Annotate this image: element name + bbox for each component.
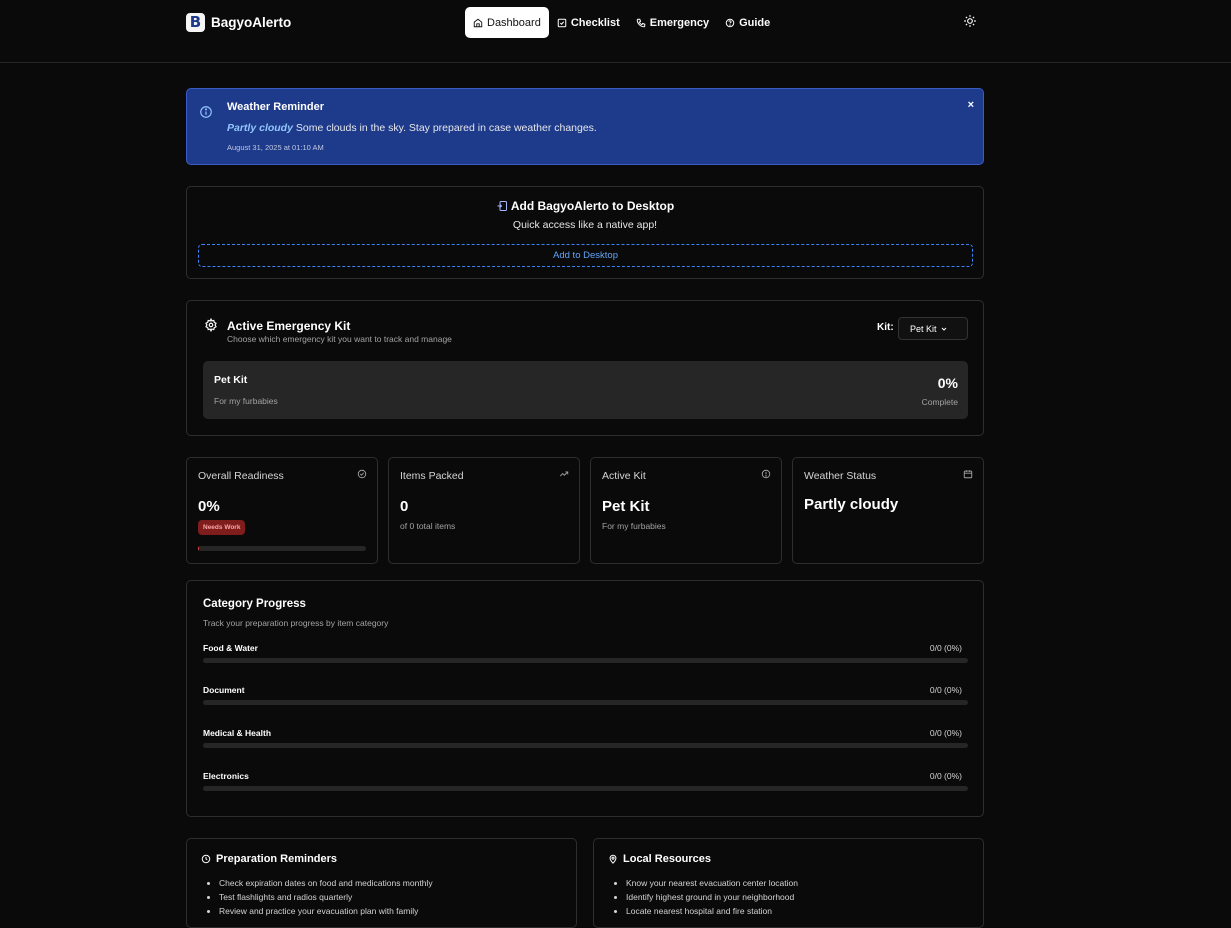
nav-dashboard[interactable]: Dashboard <box>465 7 549 38</box>
nav-guide[interactable]: Guide <box>717 7 778 38</box>
calendar-icon <box>963 470 973 479</box>
alert-message: Partly cloudy Some clouds in the sky. St… <box>227 122 597 134</box>
category-progress-subtitle: Track your preparation progress by item … <box>203 618 389 628</box>
brand[interactable]: B BagyoAlerto <box>186 13 291 32</box>
stat-active-kit: Active Kit Pet Kit For my furbabies <box>590 457 782 564</box>
category-row: Document 0/0 (0%) <box>203 685 968 709</box>
active-kit-card: Active Emergency Kit Choose which emerge… <box>186 300 984 436</box>
nav-emergency[interactable]: Emergency <box>628 7 717 38</box>
list-item: Check expiration dates on food and medic… <box>219 876 433 890</box>
category-progress-bar <box>203 658 968 663</box>
active-kit-summary: Pet Kit For my furbabies 0% Complete <box>203 361 968 419</box>
list-item: Test flashlights and radios quarterly <box>219 890 433 904</box>
category-progress-bar <box>203 743 968 748</box>
status-badge: Needs Work <box>198 520 246 535</box>
install-subtitle: Quick access like a native app! <box>512 219 658 231</box>
home-icon <box>473 18 483 27</box>
category-row: Medical & Health 0/0 (0%) <box>203 728 968 752</box>
resources-list: Know your nearest evacuation center loca… <box>626 876 798 918</box>
main-nav: Dashboard Checklist Emergency Guide <box>465 7 778 38</box>
preparation-reminders-card: Preparation Reminders Check expiration d… <box>186 838 577 928</box>
weather-reminder-alert: Weather Reminder Partly cloudy Some clou… <box>186 88 984 165</box>
kit-description: For my furbabies <box>214 396 278 406</box>
nav-checklist[interactable]: Checklist <box>549 7 628 38</box>
category-progress-bar <box>203 786 968 791</box>
kit-title: Active Emergency Kit <box>227 319 351 333</box>
clock-icon <box>201 854 211 864</box>
app-logo-icon: B <box>186 13 205 32</box>
stat-weather-status: Weather Status Partly cloudy <box>792 457 984 564</box>
list-item: Locate nearest hospital and fire station <box>626 904 798 918</box>
sun-icon[interactable] <box>963 14 977 28</box>
trending-up-icon <box>559 471 569 477</box>
add-to-desktop-button[interactable]: Add to Desktop <box>198 244 973 267</box>
kit-percent-label: Complete <box>921 397 958 407</box>
chevron-down-icon <box>941 327 946 331</box>
install-app-card: Add BagyoAlerto to Desktop Quick access … <box>186 186 984 279</box>
readiness-progress-bar <box>198 546 366 551</box>
gear-icon <box>205 318 217 332</box>
stat-overall-readiness: Overall Readiness 0% Needs Work <box>186 457 378 564</box>
kit-name: Pet Kit <box>214 374 248 386</box>
alert-condition: Partly cloudy <box>227 122 293 134</box>
help-circle-icon <box>725 18 735 27</box>
kit-select-label: Kit: <box>877 322 894 333</box>
alert-timestamp: August 31, 2025 at 01:10 AM <box>227 143 324 152</box>
stat-items-packed: Items Packed 0 of 0 total items <box>388 457 580 564</box>
install-desktop-icon <box>497 201 507 211</box>
local-resources-card: Local Resources Know your nearest evacua… <box>593 838 984 928</box>
list-item: Know your nearest evacuation center loca… <box>626 876 798 890</box>
list-item: Review and practice your evacuation plan… <box>219 904 433 918</box>
close-icon[interactable]: × <box>968 99 974 111</box>
category-row: Food & Water 0/0 (0%) <box>203 643 968 667</box>
category-progress-card: Category Progress Track your preparation… <box>186 580 984 817</box>
phone-icon <box>636 18 645 27</box>
alert-title: Weather Reminder <box>227 101 324 113</box>
category-progress-bar <box>203 700 968 705</box>
check-circle-icon <box>357 469 367 479</box>
kit-subtitle: Choose which emergency kit you want to t… <box>227 334 452 344</box>
list-item: Identify highest ground in your neighbor… <box>626 890 798 904</box>
install-title: Add BagyoAlerto to Desktop <box>510 199 675 213</box>
kit-select[interactable]: Pet Kit <box>898 317 968 340</box>
brand-name: BagyoAlerto <box>211 15 292 30</box>
kit-percent: 0% <box>937 375 958 391</box>
reminders-list: Check expiration dates on food and medic… <box>219 876 433 918</box>
category-row: Electronics 0/0 (0%) <box>203 771 968 795</box>
category-progress-title: Category Progress <box>203 598 306 610</box>
alert-circle-icon <box>761 469 771 479</box>
info-icon <box>200 106 212 118</box>
top-navigation-bar: B BagyoAlerto Dashboard Checklist Emerge… <box>0 0 1231 63</box>
map-pin-icon <box>609 854 617 864</box>
checkbox-icon <box>557 18 567 27</box>
